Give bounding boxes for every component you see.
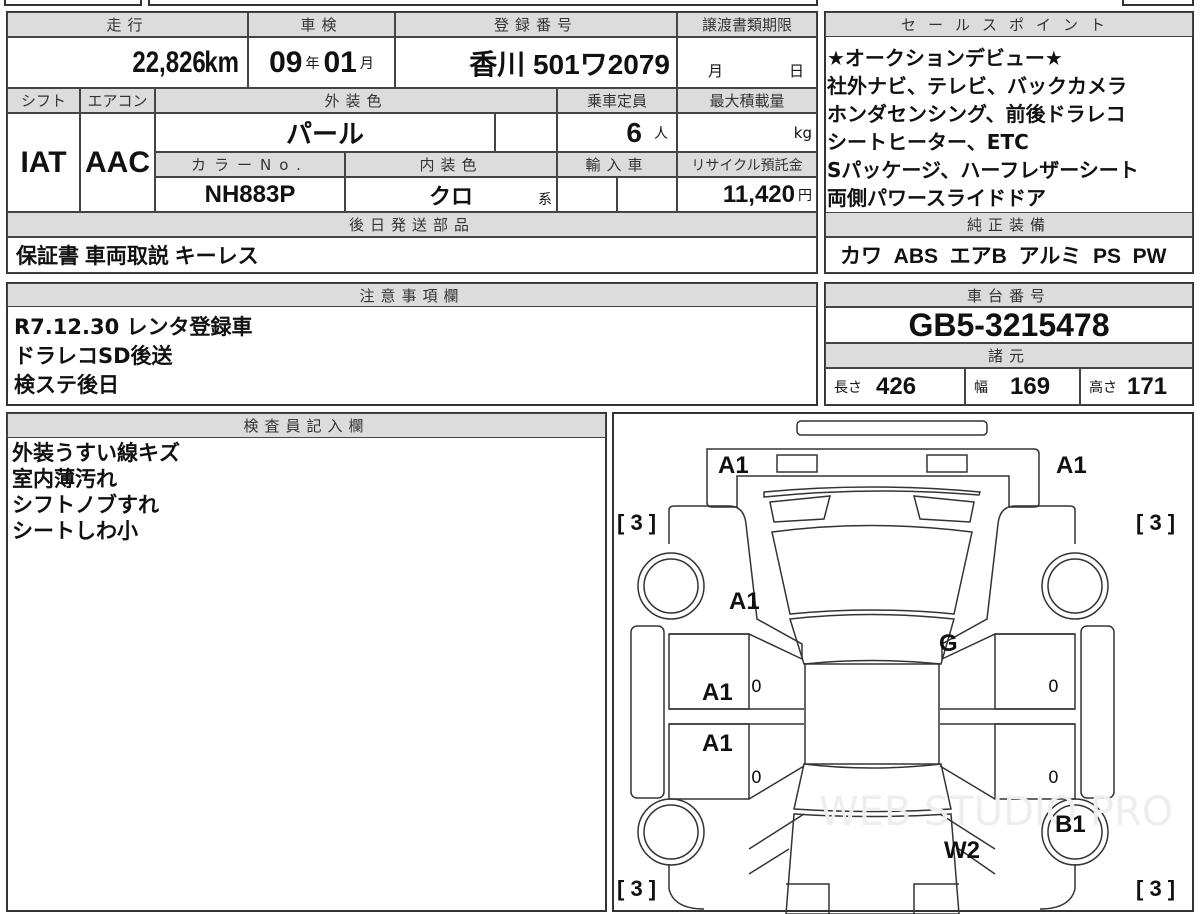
max-load-label: 最大積載量 bbox=[677, 88, 817, 113]
ext-color-value: パール bbox=[155, 113, 495, 152]
int-color-value: クロ系 bbox=[345, 177, 557, 212]
shift-value: IAT bbox=[7, 113, 80, 212]
damage-mark-left-fender: A1 bbox=[729, 588, 760, 615]
capacity-value: 6人 bbox=[557, 113, 677, 152]
top-strip-box bbox=[4, 0, 142, 6]
inspector-text: 外装うすい線キズ 室内薄汚れ シフトノブすれ シートしわ小 bbox=[12, 441, 180, 543]
equip-label: 純正装備 bbox=[825, 212, 1193, 237]
import-label: 輸入車 bbox=[557, 152, 677, 177]
damage-mark-front-right: A1 bbox=[1056, 452, 1087, 479]
damage-mark-right-rear-fender: B1 bbox=[1055, 811, 1086, 838]
chassis-label: 車台番号 bbox=[825, 283, 1193, 307]
tire-front-left: [ 3 ] bbox=[617, 510, 657, 535]
parts-value: 保証書 車両取説 キーレス bbox=[7, 237, 817, 273]
capacity-label: 乗車定員 bbox=[557, 88, 677, 113]
top-strip-box bbox=[1122, 0, 1194, 6]
notes-text: R7.12.30 レンタ登録車 ドラレコSD後送 検ステ後日 bbox=[14, 315, 253, 397]
tire-rear-left: [ 3 ] bbox=[617, 876, 657, 901]
recycle-label: リサイクル預託金 bbox=[677, 152, 817, 177]
damage-mark-left-rear-door: A1 bbox=[702, 730, 733, 757]
ext-color-label: 外装色 bbox=[155, 88, 557, 113]
damage-diagram: WEB STUDIO PRO A1 A1 A1 G A1 A1 B1 W2 0 … bbox=[612, 412, 1194, 914]
sales-text: ★オークションデビュー★ 社外ナビ、テレビ、バックカメラ ホンダセンシング、前後… bbox=[827, 46, 1139, 210]
tire-front-right: [ 3 ] bbox=[1136, 510, 1176, 535]
reg-number: 香川 501ワ2079 bbox=[395, 37, 677, 88]
ac-label: エアコン bbox=[80, 88, 155, 113]
height-cell: 高さ 171 bbox=[1080, 368, 1193, 405]
tire-rear-right: [ 3 ] bbox=[1136, 876, 1176, 901]
width-cell: 幅 169 bbox=[965, 368, 1080, 405]
watermark: WEB STUDIO PRO bbox=[819, 789, 1174, 835]
mileage-value: 22,826 km bbox=[7, 37, 248, 88]
door-zero: 0 bbox=[1048, 768, 1059, 788]
damage-mark-windshield: G bbox=[939, 630, 958, 657]
inspection-value: 09 年 01 月 bbox=[248, 37, 395, 88]
mileage-label: 走行 bbox=[7, 12, 248, 37]
color-no-value: NH883P bbox=[155, 177, 345, 212]
damage-mark-front-left: A1 bbox=[718, 452, 749, 479]
max-load-value: kg bbox=[677, 113, 817, 152]
top-strip-box bbox=[148, 0, 818, 6]
shift-label: シフト bbox=[7, 88, 80, 113]
length-cell: 長さ 426 bbox=[825, 368, 965, 405]
sales-label: セールスポイント bbox=[825, 12, 1193, 37]
transfer-deadline: 月日 bbox=[677, 37, 817, 88]
reg-label: 登録番号 bbox=[395, 12, 677, 37]
ext-color-extra bbox=[495, 113, 557, 152]
car-outline bbox=[630, 420, 1115, 914]
recycle-value: 11,420 円 bbox=[677, 177, 817, 212]
chassis-number: GB5-3215478 bbox=[825, 307, 1193, 343]
transfer-label: 譲渡書類期限 bbox=[677, 12, 817, 37]
door-zero: 0 bbox=[751, 768, 762, 788]
parts-label: 後日発送部品 bbox=[7, 212, 817, 237]
import-value bbox=[617, 177, 677, 212]
import-value bbox=[557, 177, 617, 212]
spec-label: 諸元 bbox=[825, 343, 1193, 368]
damage-mark-left-front-door: A1 bbox=[702, 679, 733, 706]
door-zero: 0 bbox=[1048, 677, 1059, 697]
notes-label: 注意事項欄 bbox=[7, 283, 817, 307]
inspector-label: 検査員記入欄 bbox=[7, 413, 606, 438]
ac-value: AAC bbox=[80, 113, 155, 212]
color-no-label: カラーNo. bbox=[155, 152, 345, 177]
inspection-label: 車検 bbox=[248, 12, 395, 37]
int-color-label: 内装色 bbox=[345, 152, 557, 177]
door-zero: 0 bbox=[751, 677, 762, 697]
equip-value: カワ ABS エアB アルミ PS PW bbox=[825, 237, 1193, 273]
damage-mark-rear-glass: W2 bbox=[944, 837, 980, 864]
